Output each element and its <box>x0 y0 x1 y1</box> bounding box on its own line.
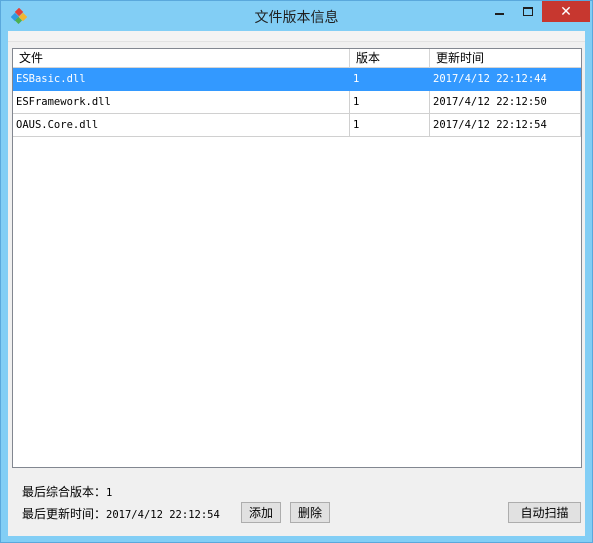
updated-cell: 2017/4/12 22:12:54 <box>430 114 581 137</box>
app-window: 文件版本信息 ✕ 文件 版本 更新时间 ESBasic.dll 1 2017/4… <box>0 0 593 543</box>
latest-update-label: 最后更新时间： <box>22 507 107 521</box>
file-version-list[interactable]: 文件 版本 更新时间 ESBasic.dll 1 2017/4/12 22:12… <box>12 48 582 468</box>
column-header-updated[interactable]: 更新时间 <box>430 49 581 68</box>
updated-cell: 2017/4/12 22:12:44 <box>430 68 581 91</box>
client-area: 文件 版本 更新时间 ESBasic.dll 1 2017/4/12 22:12… <box>8 31 585 536</box>
latest-update-info: 最后更新时间：2017/4/12 22:12:54 <box>22 505 220 522</box>
latest-version-label: 最后综合版本： <box>22 485 107 499</box>
file-cell: ESFramework.dll <box>13 91 350 114</box>
list-header: 文件 版本 更新时间 <box>13 49 581 68</box>
updated-cell: 2017/4/12 22:12:50 <box>430 91 581 114</box>
column-header-file[interactable]: 文件 <box>13 49 350 68</box>
file-cell: OAUS.Core.dll <box>13 114 350 137</box>
latest-update-value: 2017/4/12 22:12:54 <box>106 509 220 521</box>
close-button[interactable]: ✕ <box>542 1 590 22</box>
list-row[interactable]: ESFramework.dll 1 2017/4/12 22:12:50 <box>13 91 581 114</box>
maximize-icon <box>522 7 533 16</box>
file-cell: ESBasic.dll <box>13 68 350 91</box>
title-bar[interactable]: 文件版本信息 ✕ <box>1 1 592 31</box>
minimize-button[interactable] <box>485 1 513 22</box>
latest-version-info: 最后综合版本：1 <box>22 483 112 500</box>
version-cell: 1 <box>350 68 430 91</box>
list-row[interactable]: OAUS.Core.dll 1 2017/4/12 22:12:54 <box>13 114 581 137</box>
minimize-icon <box>494 12 504 15</box>
column-header-version[interactable]: 版本 <box>350 49 430 68</box>
version-cell: 1 <box>350 91 430 114</box>
add-button[interactable]: 添加 <box>241 502 281 523</box>
latest-version-value: 1 <box>106 487 113 499</box>
delete-button[interactable]: 删除 <box>290 502 330 523</box>
toolstrip <box>8 31 585 42</box>
version-cell: 1 <box>350 114 430 137</box>
auto-scan-button[interactable]: 自动扫描 <box>508 502 581 523</box>
list-row[interactable]: ESBasic.dll 1 2017/4/12 22:12:44 <box>13 68 581 91</box>
close-icon: ✕ <box>560 3 572 20</box>
maximize-button[interactable] <box>514 1 541 22</box>
